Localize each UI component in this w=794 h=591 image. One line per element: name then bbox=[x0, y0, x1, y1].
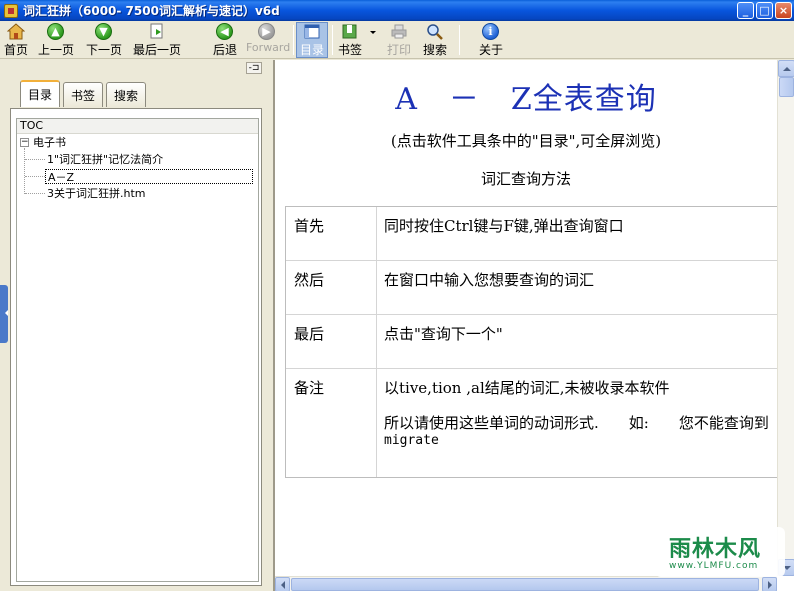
toc-icon bbox=[303, 23, 321, 40]
next-page-button[interactable]: ▼ 下一页 bbox=[84, 23, 124, 58]
toolbar-separator bbox=[459, 25, 460, 55]
home-button[interactable]: 首页 bbox=[3, 23, 29, 58]
tab-toc[interactable]: 目录 bbox=[20, 80, 61, 107]
chevron-right-icon bbox=[767, 580, 776, 589]
row-label: 首先 bbox=[286, 207, 377, 260]
last-page-icon bbox=[148, 23, 166, 40]
bookmark-dropdown[interactable] bbox=[368, 23, 378, 58]
arrow-up-icon: ▲ bbox=[47, 23, 65, 40]
tree-line bbox=[25, 193, 45, 194]
forward-button[interactable]: ▶ Forward bbox=[246, 23, 290, 58]
bookmark-icon bbox=[341, 23, 359, 40]
table-row: 最后 点击"查询下一个" bbox=[286, 315, 777, 369]
sidebar-tabs: 目录 书签 搜索 bbox=[20, 80, 149, 108]
vertical-scrollbar[interactable] bbox=[777, 60, 794, 576]
row-text: 点击"查询下一个" bbox=[384, 325, 503, 343]
arrow-left-icon: ◀ bbox=[216, 23, 234, 40]
search-button[interactable]: 搜索 bbox=[420, 23, 450, 58]
maximize-button[interactable]: □ bbox=[756, 2, 773, 19]
page-subtitle: (点击软件工具条中的"目录",可全屏浏览) bbox=[390, 132, 662, 150]
vertical-scroll-thumb[interactable] bbox=[779, 77, 794, 97]
tree-line bbox=[24, 148, 25, 194]
table-row: 首先 同时按住Ctrl键与F键,弹出查询窗口 bbox=[286, 207, 777, 261]
about-button[interactable]: i 关于 bbox=[476, 23, 506, 58]
tab-panel: TOC − 电子书 1"词汇狂拼"记忆法简介 A－Z 3关于词汇狂拼.htm bbox=[10, 108, 262, 586]
toc-header: TOC bbox=[17, 119, 258, 134]
collapse-sidebar-handle[interactable] bbox=[0, 285, 8, 343]
chevron-left-icon bbox=[277, 580, 285, 589]
section-heading: 词汇查询方法 bbox=[480, 170, 571, 188]
info-icon: i bbox=[482, 23, 500, 40]
back-button[interactable]: ◀ 后退 bbox=[212, 23, 238, 58]
scroll-left-button[interactable] bbox=[275, 577, 290, 591]
app-icon bbox=[4, 3, 18, 18]
content-pane: A － Z全表查询 (点击软件工具条中的"目录",可全屏浏览) 词汇查询方法 首… bbox=[273, 60, 794, 591]
tree-root-ebook[interactable]: 电子书 bbox=[33, 135, 66, 150]
content-view: A － Z全表查询 (点击软件工具条中的"目录",可全屏浏览) 词汇查询方法 首… bbox=[275, 60, 777, 576]
row-label: 然后 bbox=[286, 261, 377, 314]
home-icon bbox=[6, 23, 26, 40]
table-row: 然后 在窗口中输入您想要查询的词汇 bbox=[286, 261, 777, 315]
tree-item-intro[interactable]: 1"词汇狂拼"记忆法简介 bbox=[47, 152, 163, 167]
row-text: 以tive,tion ,al结尾的词汇,未被收录本软件 所以请使用这些单词的动词… bbox=[384, 379, 769, 448]
table-row: 备注 以tive,tion ,al结尾的词汇,未被收录本软件 所以请使用这些单词… bbox=[286, 369, 777, 477]
chevron-up-icon bbox=[782, 63, 791, 71]
row-label: 最后 bbox=[286, 315, 377, 368]
row-label: 备注 bbox=[286, 369, 377, 477]
minimize-button[interactable]: _ bbox=[737, 2, 754, 19]
collapse-toggle[interactable]: − bbox=[20, 138, 29, 147]
toolbar-separator bbox=[293, 25, 294, 55]
site-watermark: 雨林木风 www.YLMFU.com bbox=[655, 527, 785, 577]
arrow-down-icon: ▼ bbox=[95, 23, 113, 40]
window-controls: _ □ × bbox=[737, 2, 792, 19]
chevron-down-icon bbox=[369, 23, 377, 40]
tree-item-a-z[interactable]: A－Z bbox=[45, 169, 253, 184]
instructions-table: 首先 同时按住Ctrl键与F键,弹出查询窗口 然后 在窗口中输入您想要查询的词汇… bbox=[285, 206, 777, 478]
page-title: A － Z全表查询 bbox=[395, 82, 657, 117]
tree-line bbox=[25, 159, 45, 160]
bookmark-button[interactable]: 书签 bbox=[336, 23, 364, 58]
tree-line bbox=[25, 176, 45, 177]
print-button[interactable]: 打印 bbox=[384, 23, 414, 58]
tab-search[interactable]: 搜索 bbox=[106, 82, 147, 107]
row-text: 在窗口中输入您想要查询的词汇 bbox=[384, 271, 595, 289]
pin-button[interactable]: -⊐ bbox=[246, 62, 262, 74]
toc-button[interactable]: 目录 bbox=[296, 22, 328, 58]
tab-bookmarks[interactable]: 书签 bbox=[63, 82, 104, 107]
watermark-logo-text: 雨林木风 bbox=[669, 537, 762, 562]
horizontal-scrollbar[interactable] bbox=[275, 576, 777, 591]
arrow-right-icon: ▶ bbox=[258, 23, 276, 40]
window-title: 词汇狂拼（6000- 7500词汇解析与速记）v6d bbox=[23, 4, 280, 18]
toolbar-separator bbox=[332, 25, 333, 55]
title-bar: 词汇狂拼（6000- 7500词汇解析与速记）v6d _ □ × bbox=[0, 0, 794, 21]
horizontal-scroll-thumb[interactable] bbox=[291, 578, 759, 591]
row-text: 同时按住Ctrl键与F键,弹出查询窗口 bbox=[384, 217, 624, 235]
toolbar: 首页 ▲ 上一页 ▼ 下一页 最后一页 ◀ 后退 ▶ Forward 目录 书签 bbox=[0, 21, 794, 59]
sidebar: -⊐ 目录 书签 搜索 TOC − 电子书 1"词汇狂拼"记忆法简介 A－Z 3… bbox=[0, 60, 273, 591]
tree-item-about[interactable]: 3关于词汇狂拼.htm bbox=[47, 186, 146, 201]
watermark-url: www.YLMFU.com bbox=[669, 561, 759, 571]
printer-icon bbox=[390, 23, 408, 40]
close-button[interactable]: × bbox=[775, 2, 792, 19]
toc-tree-view[interactable]: TOC − 电子书 1"词汇狂拼"记忆法简介 A－Z 3关于词汇狂拼.htm bbox=[16, 118, 259, 582]
prev-page-button[interactable]: ▲ 上一页 bbox=[37, 23, 75, 58]
last-page-button[interactable]: 最后一页 bbox=[132, 23, 182, 58]
search-icon bbox=[426, 23, 444, 40]
scroll-right-button[interactable] bbox=[762, 577, 777, 591]
scroll-up-button[interactable] bbox=[778, 60, 794, 77]
